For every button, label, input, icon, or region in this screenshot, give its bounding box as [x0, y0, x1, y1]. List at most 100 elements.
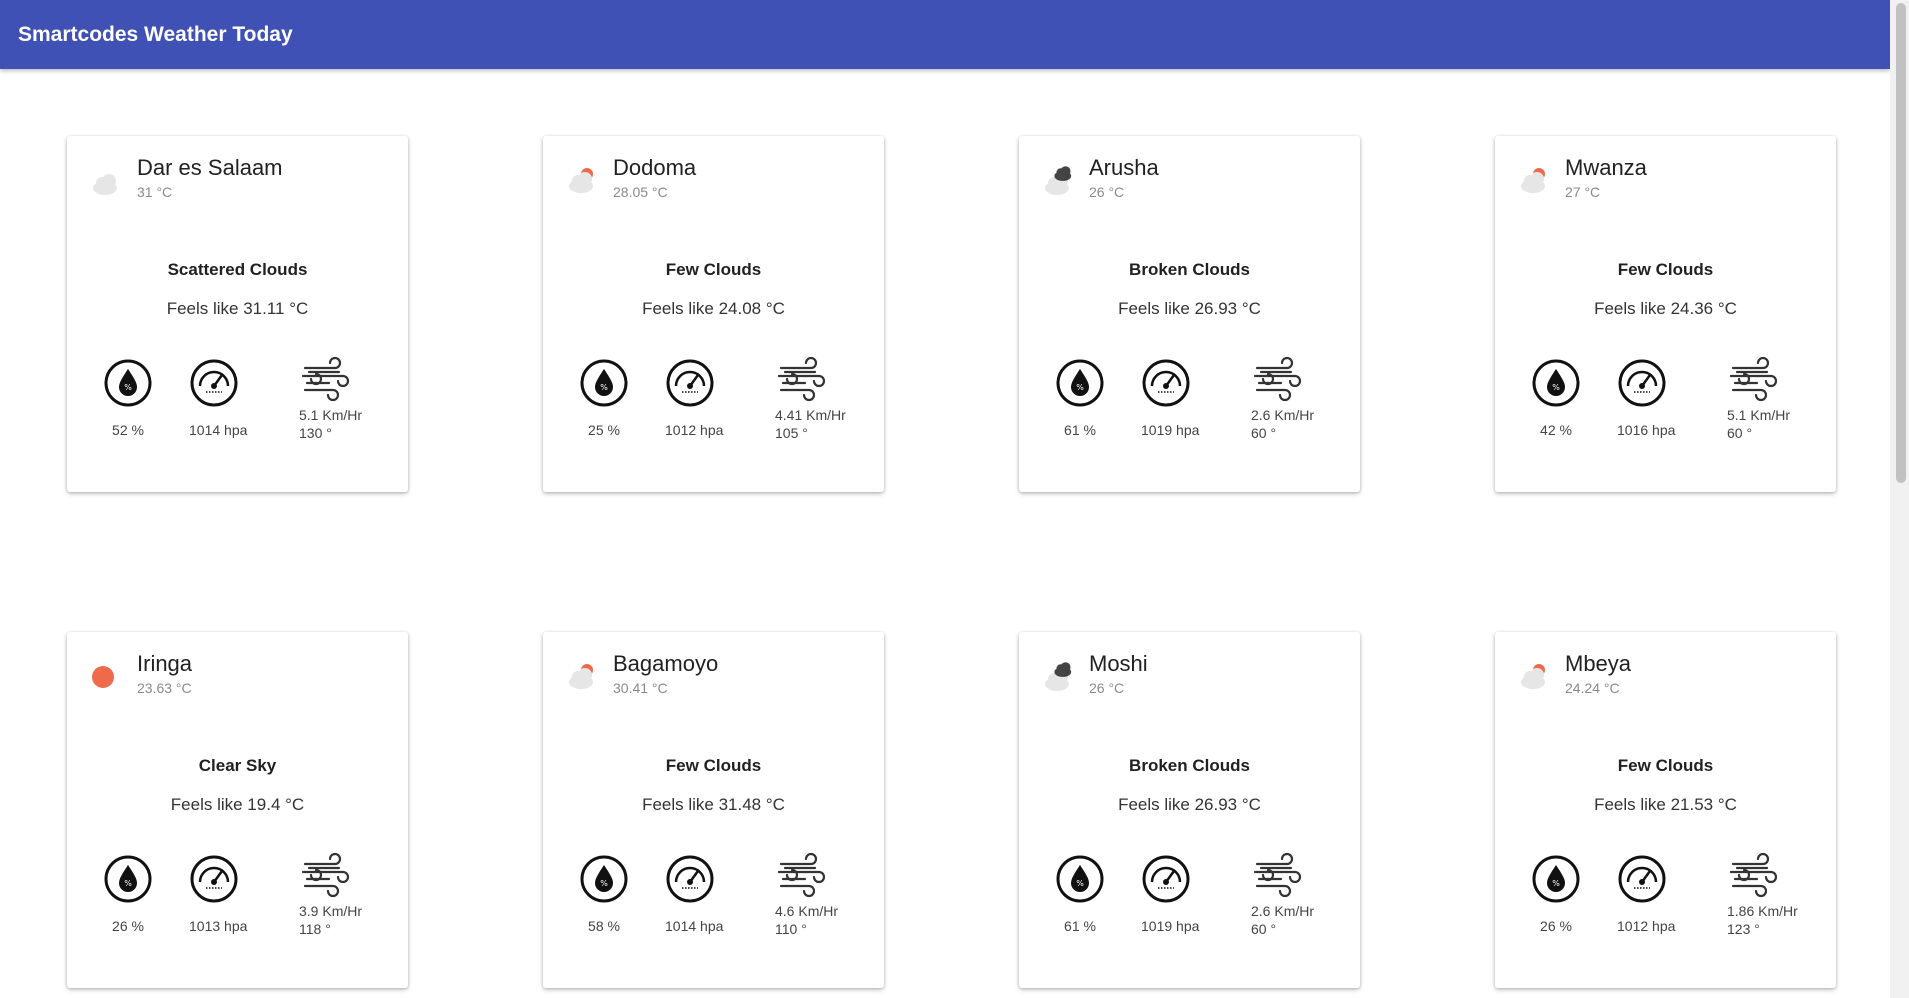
- wind-speed: 3.9 Km/Hr: [299, 903, 363, 919]
- weather-description: Few Clouds: [665, 260, 762, 279]
- pressure-stat: 1012 hpa: [665, 358, 723, 438]
- wind-value: 1.86 Km/Hr 123 °: [1727, 902, 1798, 938]
- wind-stat: 5.1 Km/Hr 60 °: [1727, 356, 1790, 442]
- city-temperature: 30.41 °C: [613, 680, 668, 696]
- vertical-scrollbar[interactable]: [1890, 0, 1909, 998]
- pressure-gauge-icon: [190, 855, 238, 903]
- city-name: Bagamoyo: [613, 651, 719, 676]
- pressure-stat: 1012 hpa: [1617, 854, 1675, 934]
- humidity-value: 42 %: [1540, 422, 1572, 438]
- wind-stat: 1.86 Km/Hr 123 °: [1727, 852, 1798, 938]
- humidity-value: 25 %: [588, 422, 620, 438]
- wind-direction: 110 °: [775, 921, 807, 937]
- few-clouds-icon: [1519, 164, 1553, 198]
- humidity-stat: % 58 %: [579, 854, 629, 934]
- city-name: Mwanza: [1565, 155, 1647, 180]
- pressure-gauge-icon: [666, 359, 714, 407]
- weather-stats: % 61 % 1019 hpa 2.6 Km/Hr 60 °: [1019, 356, 1360, 468]
- few-clouds-icon: [1519, 660, 1553, 694]
- wind-direction: 118 °: [299, 921, 331, 937]
- wind-direction: 60 °: [1727, 425, 1753, 441]
- feels-like: Feels like 26.93 °C: [1118, 299, 1261, 318]
- wind-value: 5.1 Km/Hr 60 °: [1727, 406, 1790, 442]
- wind-value: 5.1 Km/Hr 130 °: [299, 406, 362, 442]
- humidity-stat: % 61 %: [1055, 358, 1105, 438]
- wind-speed: 4.6 Km/Hr: [775, 903, 839, 919]
- wind-speed: 1.86 Km/Hr: [1727, 903, 1798, 919]
- weather-stats: % 26 % 1013 hpa 3.9 Km/Hr 118 °: [67, 852, 408, 964]
- wind-speed: 2.6 Km/Hr: [1251, 903, 1315, 919]
- pressure-gauge-icon: [666, 855, 714, 903]
- wind-icon: [301, 852, 350, 898]
- humidity-icon: %: [580, 855, 628, 903]
- svg-text:%: %: [1076, 383, 1084, 392]
- weather-description: Broken Clouds: [1129, 756, 1250, 775]
- card-header: Mbeya 24.24 °C: [1519, 650, 1631, 696]
- wind-stat: 5.1 Km/Hr 130 °: [299, 356, 362, 442]
- city-temperature: 24.24 °C: [1565, 680, 1620, 696]
- card-header: Dodoma 28.05 °C: [567, 154, 696, 200]
- humidity-stat: % 52 %: [103, 358, 153, 438]
- weather-description: Few Clouds: [1617, 260, 1714, 279]
- humidity-value: 26 %: [112, 918, 144, 934]
- humidity-value: 26 %: [1540, 918, 1572, 934]
- pressure-stat: 1014 hpa: [189, 358, 247, 438]
- wind-icon: [1729, 356, 1778, 402]
- scrollbar-thumb[interactable]: [1896, 3, 1906, 483]
- feels-like: Feels like 31.48 °C: [642, 795, 785, 814]
- humidity-stat: % 26 %: [1531, 854, 1581, 934]
- svg-text:%: %: [124, 383, 132, 392]
- pressure-stat: 1016 hpa: [1617, 358, 1675, 438]
- humidity-value: 61 %: [1064, 918, 1096, 934]
- pressure-gauge-icon: [1142, 855, 1190, 903]
- card-header: Bagamoyo 30.41 °C: [567, 650, 718, 696]
- feels-like: Feels like 31.11 °C: [166, 299, 309, 318]
- humidity-icon: %: [1056, 359, 1104, 407]
- wind-icon: [301, 356, 350, 402]
- svg-text:%: %: [600, 383, 608, 392]
- humidity-icon: %: [104, 855, 152, 903]
- city-temperature: 31 °C: [137, 184, 173, 200]
- card-header: Dar es Salaam 31 °C: [91, 154, 283, 200]
- card-header: Moshi 26 °C: [1043, 650, 1148, 696]
- feels-like: Feels like 21.53 °C: [1594, 795, 1737, 814]
- city-temperature: 26 °C: [1089, 184, 1125, 200]
- city-name: Iringa: [137, 651, 193, 676]
- weather-description: Scattered Clouds: [167, 260, 308, 279]
- humidity-icon: %: [1532, 855, 1580, 903]
- pressure-value: 1019 hpa: [1141, 918, 1200, 934]
- feels-like: Feels like 24.08 °C: [642, 299, 785, 318]
- pressure-stat: 1019 hpa: [1141, 358, 1199, 438]
- pressure-stat: 1013 hpa: [189, 854, 247, 934]
- humidity-value: 61 %: [1064, 422, 1096, 438]
- pressure-gauge-icon: [1618, 855, 1666, 903]
- svg-text:%: %: [600, 879, 608, 888]
- wind-icon: [777, 852, 826, 898]
- weather-card-bagamoyo: Bagamoyo 30.41 °C Few Clouds Feels like …: [543, 632, 884, 988]
- wind-speed: 5.1 Km/Hr: [299, 407, 363, 423]
- pressure-gauge-icon: [1142, 359, 1190, 407]
- pressure-value: 1019 hpa: [1141, 422, 1200, 438]
- wind-icon: [777, 356, 826, 402]
- humidity-icon: %: [1056, 855, 1104, 903]
- pressure-value: 1012 hpa: [1617, 918, 1676, 934]
- humidity-stat: % 61 %: [1055, 854, 1105, 934]
- pressure-stat: 1014 hpa: [665, 854, 723, 934]
- wind-direction: 60 °: [1251, 425, 1277, 441]
- city-name: Arusha: [1089, 155, 1159, 180]
- scattered-clouds-icon: [91, 164, 125, 198]
- humidity-icon: %: [580, 359, 628, 407]
- svg-text:%: %: [1552, 879, 1560, 888]
- wind-speed: 2.6 Km/Hr: [1251, 407, 1315, 423]
- weather-stats: % 58 % 1014 hpa 4.6 Km/Hr 110 °: [543, 852, 884, 964]
- city-name: Dar es Salaam: [137, 155, 283, 180]
- wind-stat: 4.41 Km/Hr 105 °: [775, 356, 846, 442]
- app-title: Smartcodes Weather Today: [18, 22, 293, 46]
- weather-card-moshi: Moshi 26 °C Broken Clouds Feels like 26.…: [1019, 632, 1360, 988]
- svg-text:%: %: [1076, 879, 1084, 888]
- wind-stat: 4.6 Km/Hr 110 °: [775, 852, 839, 938]
- weather-stats: % 61 % 1019 hpa 2.6 Km/Hr 60 °: [1019, 852, 1360, 964]
- wind-value: 2.6 Km/Hr 60 °: [1251, 902, 1314, 938]
- wind-direction: 123 °: [1727, 921, 1760, 937]
- pressure-gauge-icon: [190, 359, 238, 407]
